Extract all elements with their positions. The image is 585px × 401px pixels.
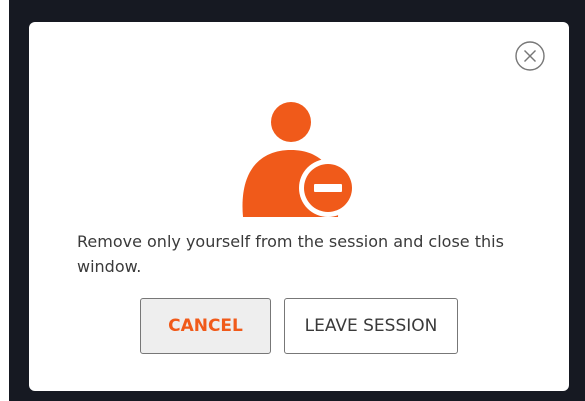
leave-session-dialog: Remove only yourself from the session an… bbox=[29, 22, 569, 391]
close-button[interactable] bbox=[513, 39, 547, 73]
remove-user-icon bbox=[237, 100, 361, 224]
circle-x-icon bbox=[513, 39, 547, 73]
dialog-message: Remove only yourself from the session an… bbox=[77, 232, 504, 276]
leave-session-button[interactable]: LEAVE SESSION bbox=[284, 298, 458, 354]
cancel-button[interactable]: CANCEL bbox=[140, 298, 271, 354]
